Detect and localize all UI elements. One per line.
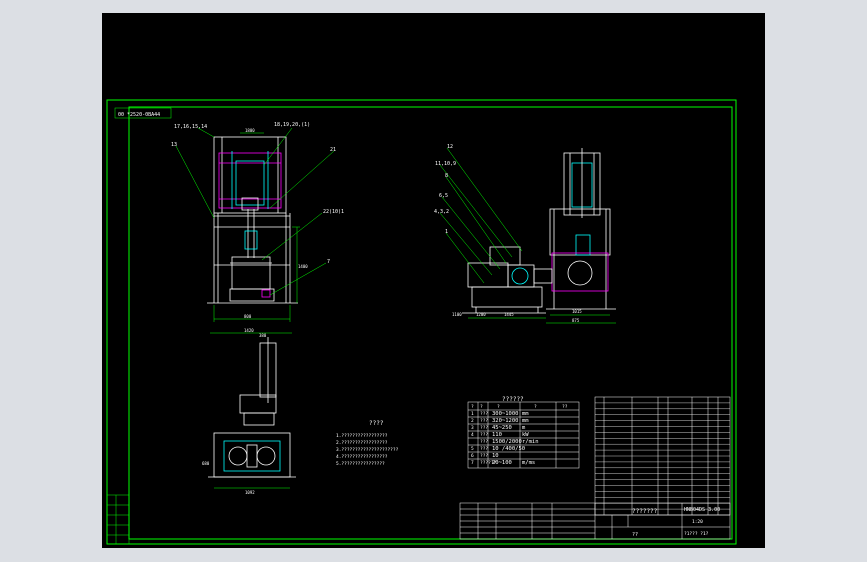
- spec-header-5: ??: [562, 404, 568, 410]
- spec-cell-name: ???: [480, 453, 488, 459]
- callout-front-6: 7: [327, 259, 330, 265]
- spec-cell-unit: m: [522, 425, 526, 431]
- spec-cell-no: 3: [471, 425, 474, 431]
- note-2: 2.?????????????????: [336, 440, 388, 446]
- spec-header-4: ?: [534, 404, 537, 410]
- cad-drawing-viewport: 00 *2520-0BA44 17,16,15,14 13 18,19,20,(…: [102, 13, 765, 548]
- note-5: 5.????????????????: [336, 461, 385, 467]
- callout-front-4: 21: [330, 147, 336, 153]
- spec-cell-name: ???: [480, 432, 488, 438]
- title-block-company: ??: [632, 532, 638, 538]
- dim-side-5: 1100: [452, 312, 462, 317]
- title-block-drawing-no: HNB04DS 3.00: [684, 507, 720, 513]
- note-1: 1.?????????????????: [336, 433, 388, 439]
- cad-drawing: 00 *2520-0BA44 17,16,15,14 13 18,19,20,(…: [106, 99, 737, 545]
- title-block-name: ???????: [632, 508, 658, 515]
- spec-cell-unit: mm: [522, 418, 529, 424]
- spec-cell-no: 1: [471, 411, 474, 417]
- callout-side-1: 12: [447, 144, 453, 150]
- dim-plan-1: 1092: [245, 490, 255, 495]
- dim-plan-3: 680: [202, 461, 210, 466]
- parts-list-rows: [595, 402, 730, 510]
- callout-side-2: 11,10,9: [435, 161, 456, 167]
- title-block-sheet: ?1??? ?1?: [684, 531, 709, 537]
- spec-cell-value: 45~250: [492, 425, 512, 431]
- spec-header-2: ?: [480, 404, 483, 410]
- spec-cell-unit: r/min: [522, 439, 539, 445]
- spec-cell-name: ???: [480, 439, 488, 445]
- dim-front-3: 800: [244, 314, 252, 319]
- spec-header-3: ?: [497, 404, 500, 410]
- spec-cell-no: 2: [471, 418, 474, 424]
- callout-front-1: 17,16,15,14: [174, 124, 207, 130]
- note-3: 3.?????????????????????: [336, 447, 399, 453]
- callout-side-3: 8: [445, 173, 448, 179]
- callout-side-6: 1: [445, 229, 448, 235]
- dim-front-1: 1800: [245, 128, 255, 133]
- spec-cell-value: 1500/2000: [492, 439, 522, 445]
- callout-side-5: 4,3,2: [434, 209, 449, 215]
- callout-front-2: 13: [171, 142, 177, 148]
- spec-cell-no: 4: [471, 432, 474, 438]
- dim-plan-2: 380: [259, 333, 267, 338]
- spec-cell-name: ???: [480, 411, 488, 417]
- spec-cell-name: ???: [480, 425, 488, 431]
- callout-side-4: 6,5: [439, 193, 448, 199]
- title-block-scale: 1:20: [692, 519, 703, 525]
- note-4: 4.?????????????????: [336, 454, 388, 460]
- callout-front-3: 18,19,20,(1): [274, 122, 310, 128]
- spec-table-rows: 1??? 300~1000 mm 2??? 320~1200 mm 3??? 45~250 m 4…: [471, 411, 539, 466]
- side-view: [439, 147, 616, 324]
- dim-side-3: 1015: [572, 309, 582, 314]
- dim-front-4: 1420: [244, 328, 254, 333]
- spec-cell-value: 110: [492, 432, 502, 438]
- corner-tag: 00 *2520-0BA44: [118, 112, 160, 118]
- dim-side-1: 1200: [476, 312, 486, 317]
- inner-frame: [128, 106, 733, 540]
- plan-view: [208, 337, 296, 489]
- spec-cell-no: 5: [471, 446, 474, 452]
- spec-cell-value: 300~1000: [492, 411, 519, 417]
- spec-cell-value: 10: [492, 453, 499, 459]
- spec-header-1: ?: [471, 404, 474, 410]
- spec-table-title: ??????: [502, 396, 524, 403]
- front-view: [175, 127, 335, 334]
- dim-side-2: 1445: [504, 312, 514, 317]
- notes-title: ????: [369, 420, 384, 427]
- dim-side-4: 875: [572, 318, 580, 323]
- dim-front-2: 1400: [298, 264, 308, 269]
- callout-front-5: 22(10)1: [323, 209, 344, 215]
- spec-cell-unit: m/ms: [522, 460, 535, 466]
- spec-cell-value: 320~1200: [492, 418, 519, 424]
- spec-cell-no: 6: [471, 453, 474, 459]
- spec-cell-name: ???: [480, 446, 488, 452]
- outer-frame: [106, 99, 737, 545]
- spec-cell-unit: mm: [522, 411, 529, 417]
- spec-cell-name: ???: [480, 418, 488, 424]
- spec-cell-value: 10 /400/50: [492, 446, 525, 452]
- spec-cell-value: 20~100: [492, 460, 512, 466]
- spec-cell-unit: kW: [522, 432, 529, 438]
- left-margin-table: [106, 494, 130, 545]
- spec-cell-no: 7: [471, 460, 474, 466]
